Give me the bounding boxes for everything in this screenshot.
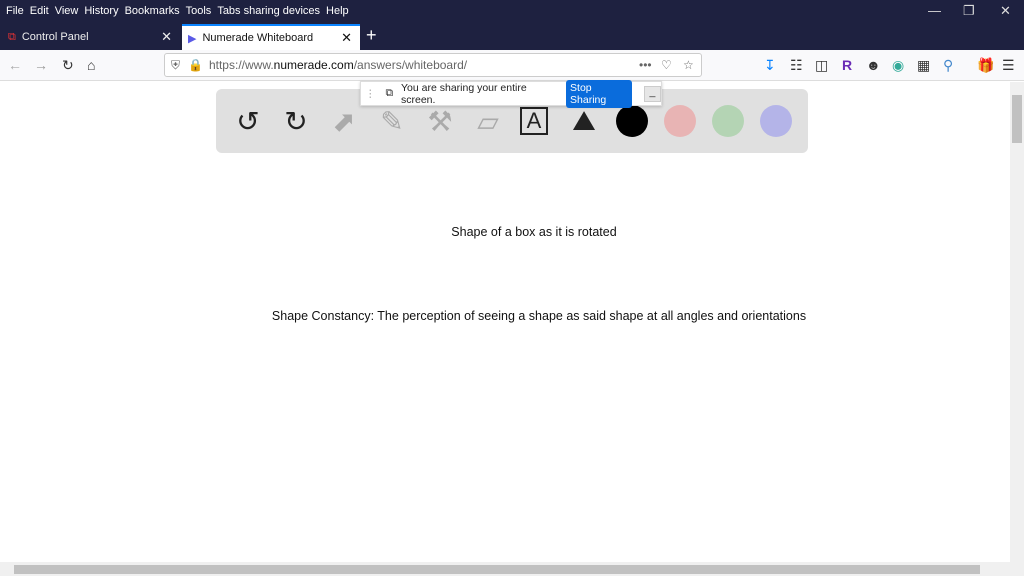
sidebar-icon[interactable]: ◫ bbox=[815, 57, 828, 74]
search-extension-icon[interactable]: ⚲ bbox=[943, 57, 953, 74]
forward-button[interactable]: → bbox=[34, 57, 48, 73]
menu-bookmarks[interactable]: Bookmarks bbox=[125, 5, 180, 17]
tab-strip: ⧉ Control Panel ✕ ▶ Numerade Whiteboard … bbox=[0, 22, 1024, 50]
url-path: /answers/whiteboard/ bbox=[353, 58, 468, 72]
close-tab-icon[interactable]: ✕ bbox=[161, 29, 172, 45]
menu-bar: File Edit View History Bookmarks Tools T… bbox=[0, 0, 1024, 22]
downloads-icon[interactable]: ↧ bbox=[764, 57, 776, 74]
extension-grid-icon[interactable]: ▦ bbox=[917, 57, 930, 74]
tab-label: Numerade Whiteboard bbox=[202, 32, 314, 44]
color-green[interactable] bbox=[712, 105, 744, 137]
color-black[interactable] bbox=[616, 105, 648, 137]
library-icon[interactable]: ☷ bbox=[790, 57, 803, 74]
color-purple[interactable] bbox=[760, 105, 792, 137]
minimize-sharing-button[interactable]: _ bbox=[643, 85, 661, 102]
shield-icon: ⛨ bbox=[171, 57, 181, 72]
extension-icon[interactable]: ◉ bbox=[892, 57, 904, 74]
menu-history[interactable]: History bbox=[84, 5, 118, 17]
undo-icon[interactable]: ↺ bbox=[232, 105, 264, 137]
horizontal-scroll-thumb[interactable] bbox=[14, 565, 980, 574]
url-bar[interactable]: ⛨ 🔒 https://www. numerade.com/answers/whi… bbox=[164, 53, 702, 77]
more-actions-icon[interactable]: ••• bbox=[639, 58, 652, 72]
whiteboard-text-1: Shape of a box as it is rotated bbox=[451, 225, 617, 239]
pointer-icon[interactable]: ⬈ bbox=[328, 105, 360, 137]
navigation-bar: ← → ↻ ⌂ ⛨ 🔒 https://www. numerade.com/ans… bbox=[0, 50, 1024, 81]
pencil-icon[interactable]: ✎ bbox=[376, 105, 408, 137]
menu-edit[interactable]: Edit bbox=[30, 5, 49, 17]
lock-icon: 🔒 bbox=[188, 58, 203, 72]
text-tool-icon[interactable]: A bbox=[520, 107, 548, 135]
close-window-button[interactable]: ✕ bbox=[1000, 3, 1011, 19]
sharing-message: You are sharing your entire screen. bbox=[401, 81, 527, 106]
account-icon[interactable]: ☻ bbox=[866, 57, 881, 73]
vertical-scroll-thumb[interactable] bbox=[1012, 95, 1022, 143]
pocket-icon[interactable]: ♡ bbox=[661, 58, 672, 72]
tab-control-panel[interactable]: ⧉ Control Panel ✕ bbox=[0, 24, 180, 50]
url-domain: numerade.com bbox=[273, 58, 354, 72]
menu-tools[interactable]: Tools bbox=[186, 5, 212, 17]
vertical-scrollbar[interactable] bbox=[1010, 82, 1024, 562]
tab-label: Control Panel bbox=[21, 31, 89, 43]
home-button[interactable]: ⌂ bbox=[87, 57, 95, 73]
tab-numerade-whiteboard[interactable]: ▶ Numerade Whiteboard ✕ bbox=[182, 24, 360, 50]
minimize-window-button[interactable]: — bbox=[928, 3, 941, 18]
reload-button[interactable]: ↻ bbox=[62, 57, 74, 74]
image-icon[interactable]: ⛰ bbox=[568, 105, 600, 137]
bookmark-star-icon[interactable]: ☆ bbox=[683, 58, 694, 72]
screen-share-icon: ⧉ bbox=[385, 87, 394, 99]
restore-window-button[interactable]: ❐ bbox=[963, 3, 975, 19]
menu-file[interactable]: File bbox=[6, 5, 24, 17]
menu-view[interactable]: View bbox=[55, 5, 79, 17]
drag-handle-icon[interactable]: ⋮ bbox=[365, 88, 376, 100]
eraser-icon[interactable]: ▱ bbox=[472, 105, 504, 137]
numerade-logo-icon: ▶ bbox=[188, 32, 197, 45]
whiteboard-text-2: Shape Constancy: The perception of seein… bbox=[271, 309, 807, 323]
new-tab-button[interactable]: + bbox=[366, 25, 377, 46]
color-pink[interactable] bbox=[664, 105, 696, 137]
back-button[interactable]: ← bbox=[8, 57, 22, 73]
menu-help[interactable]: Help bbox=[326, 5, 349, 17]
whats-new-gift-icon[interactable]: 🎁 bbox=[977, 57, 994, 74]
close-tab-icon[interactable]: ✕ bbox=[341, 30, 352, 46]
redo-icon[interactable]: ↻ bbox=[280, 105, 312, 137]
url-prefix: https://www. bbox=[208, 58, 274, 72]
menu-tabs-sharing[interactable]: Tabs sharing devices bbox=[217, 5, 320, 17]
tools-icon[interactable]: ⚒ bbox=[424, 105, 456, 137]
stop-sharing-button[interactable]: Stop Sharing bbox=[566, 79, 632, 108]
screen-sharing-bar: ⋮ ⧉ You are sharing your entire screen. … bbox=[360, 79, 662, 108]
extension-r-icon[interactable]: R bbox=[842, 57, 852, 73]
hamburger-menu-icon[interactable]: ☰ bbox=[1002, 57, 1015, 74]
control-panel-icon: ⧉ bbox=[8, 30, 16, 43]
